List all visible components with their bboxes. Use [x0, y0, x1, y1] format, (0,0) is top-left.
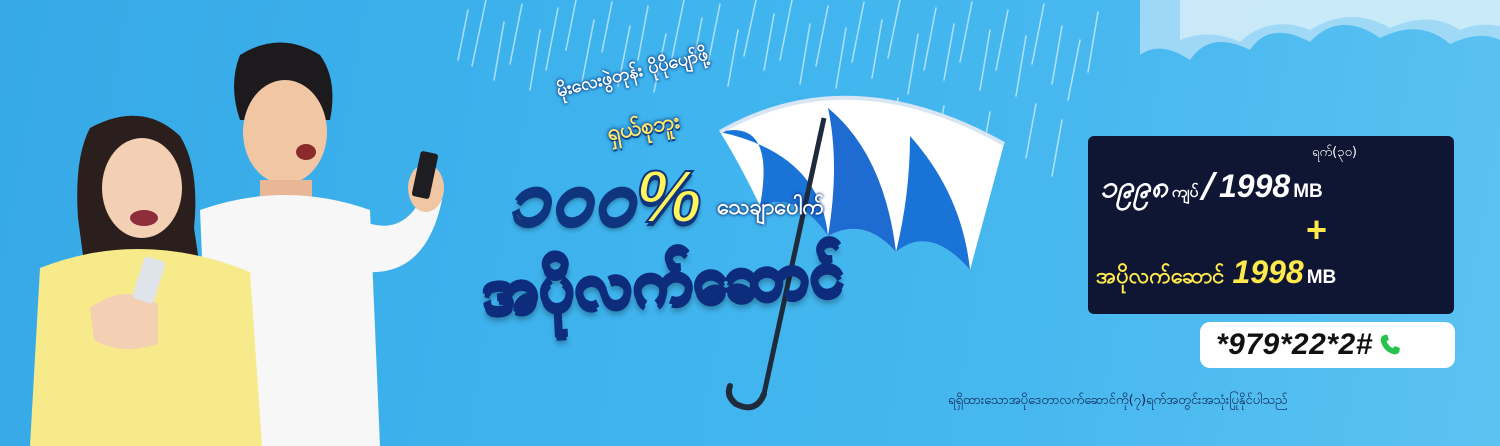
main-title: အပိုလက်ဆောင် — [478, 233, 846, 328]
promo-banner: မိုးလေးဖွဲတုန်း ပိုပိုပျော်ဖို့ ရှယ်စုဘူ… — [0, 0, 1500, 446]
cloud-decoration — [1140, 0, 1500, 60]
dial-code-button[interactable]: *979*22*2# — [1200, 322, 1455, 368]
dial-code: *979*22*2# — [1216, 328, 1373, 361]
price-separator: / — [1202, 166, 1215, 206]
price-row: ၁၉၉၈ ကျပ်/1998 MB — [1100, 166, 1323, 212]
offer-duration: ရက်(၃၀) — [1312, 145, 1357, 160]
plus-sign: + — [1306, 209, 1328, 250]
bonus-unit: MB — [1306, 267, 1337, 288]
bonus-word: သေချာပေါက် — [717, 195, 825, 220]
offer-price: ၁၉၉၈ — [1100, 170, 1168, 205]
bonus-label: အပိုလက်ဆောင် — [1096, 264, 1225, 289]
offer-data-amount: 1998 — [1219, 168, 1291, 204]
footnote: ရရှိထားသောအပိုဒေတာလက်ဆောင်ကို(၇)ရက်အတွင်… — [948, 393, 1288, 408]
phone-icon — [1380, 334, 1400, 355]
woman-photo — [30, 115, 262, 446]
offer-currency: ကျပ် — [1171, 182, 1199, 201]
bonus-row: အပိုလက်ဆောင် 1998 MB — [1096, 254, 1336, 294]
bonus-amount: 1998 — [1232, 254, 1304, 290]
offer-data-unit: MB — [1293, 181, 1323, 202]
